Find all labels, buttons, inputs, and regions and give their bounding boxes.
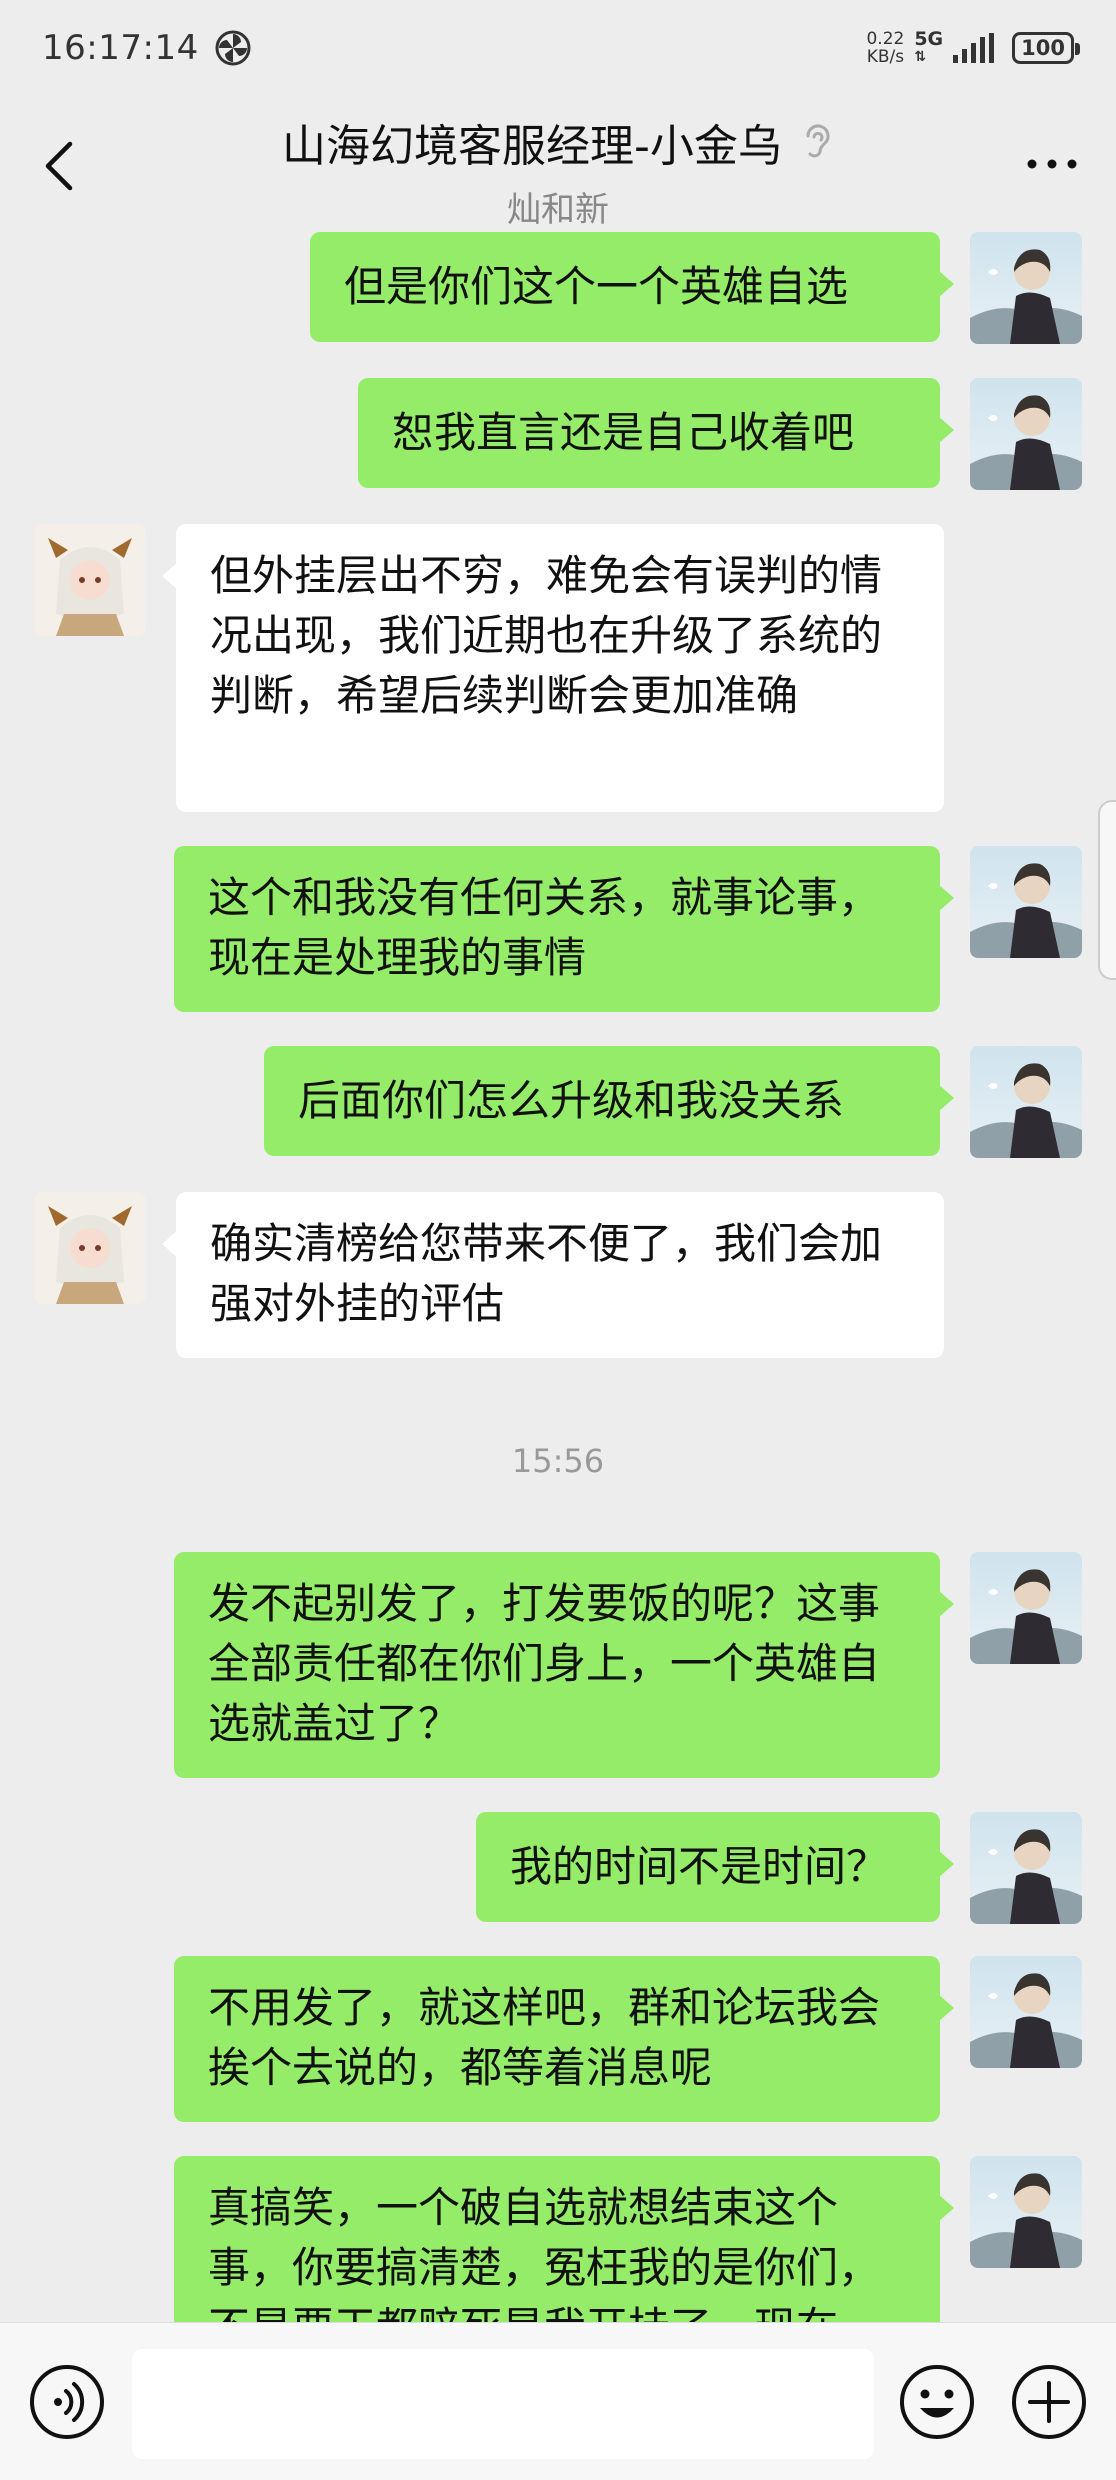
my-avatar[interactable] (970, 1552, 1082, 1664)
my-avatar[interactable] (970, 1046, 1082, 1158)
my-avatar[interactable] (970, 1812, 1082, 1924)
my-avatar[interactable] (970, 232, 1082, 344)
ear-icon (806, 124, 830, 158)
message-bubble[interactable]: 后面你们怎么升级和我没关系 (264, 1046, 954, 1156)
message-list[interactable]: 但是你们这个一个英雄自选 恕我直言还是自己收着吧 但外挂层出不穷，难免会有误判的… (0, 232, 1116, 2322)
status-time: 16:17:14 (42, 28, 199, 68)
chat-subtitle: 灿和新 (507, 190, 609, 230)
pinwheel-icon (215, 30, 251, 66)
status-bar: 16:17:14 0.22 KB/s 5G ⇅ 100 (0, 0, 1116, 96)
input-bar (0, 2322, 1116, 2480)
message-bubble[interactable]: 发不起别发了，打发要饭的呢？这事全部责任都在你们身上，一个英雄自选就盖过了？ (174, 1552, 954, 1778)
message-bubble[interactable]: 真搞笑，一个破自选就想结束这个事，你要搞清楚，冤枉我的是你们，不是要干都赔死是我… (174, 2156, 954, 2322)
message-bubble[interactable]: 不用发了，就这样吧，群和论坛我会挨个去说的，都等着消息呢 (174, 1956, 954, 2122)
battery-icon: 100 (1012, 32, 1080, 64)
message-bubble[interactable]: 恕我直言还是自己收着吧 (358, 378, 954, 488)
more-icon[interactable] (1024, 154, 1080, 174)
message-bubble[interactable]: 但是你们这个一个英雄自选 (310, 232, 954, 342)
message-bubble[interactable]: 但外挂层出不穷，难免会有误判的情况出现，我们近期也在升级了系统的判断，希望后续判… (162, 524, 944, 812)
status-indicators: 0.22 KB/s 5G ⇅ 100 (866, 28, 1080, 67)
emoji-icon[interactable] (898, 2363, 976, 2441)
my-avatar[interactable] (970, 378, 1082, 490)
signal-icon (953, 33, 995, 63)
message-bubble[interactable]: 这个和我没有任何关系，就事论事，现在是处理我的事情 (174, 846, 954, 1012)
message-input[interactable] (132, 2349, 874, 2459)
my-avatar[interactable] (970, 2156, 1082, 2268)
my-avatar[interactable] (970, 1956, 1082, 2068)
title-block: 山海幻境客服经理-小金乌 灿和新 (0, 110, 1116, 231)
my-avatar[interactable] (970, 846, 1082, 958)
plus-icon[interactable] (1010, 2363, 1088, 2441)
network-type: 5G ⇅ (914, 28, 944, 66)
chat-header: 山海幻境客服经理-小金乌 灿和新 (0, 96, 1116, 232)
agent-avatar[interactable] (34, 524, 146, 636)
time-divider: 15:56 (511, 1442, 605, 1480)
network-speed: 0.22 KB/s (866, 29, 905, 67)
voice-icon[interactable] (28, 2363, 106, 2441)
chat-title: 山海幻境客服经理-小金乌 (282, 110, 834, 174)
agent-avatar[interactable] (34, 1192, 146, 1304)
message-bubble[interactable]: 确实清榜给您带来不便了，我们会加强对外挂的评估 (162, 1192, 944, 1358)
message-bubble[interactable]: 我的时间不是时间？ (476, 1812, 954, 1922)
scroll-handle[interactable] (1098, 800, 1116, 980)
